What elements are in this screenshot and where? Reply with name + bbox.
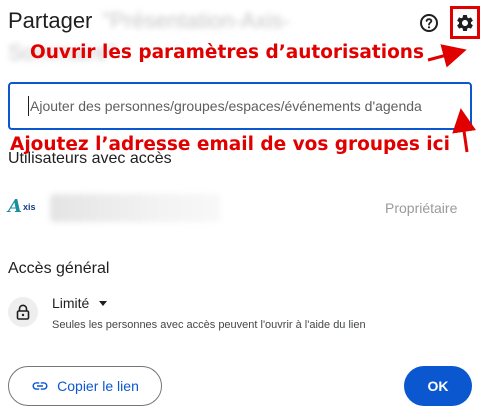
file-name: "Présentation-Axis- bbox=[102, 8, 290, 33]
copy-link-label: Copier le lien bbox=[57, 378, 139, 394]
help-circle-icon bbox=[420, 14, 438, 32]
user-role: Propriétaire bbox=[385, 200, 458, 216]
share-input[interactable]: Ajouter des personnes/groupes/espaces/év… bbox=[8, 82, 472, 130]
settings-annotation: Ouvrir les paramètres d’autorisations bbox=[30, 42, 424, 63]
general-access-description: Seules les personnes avec accès peuvent … bbox=[52, 319, 366, 331]
user-avatar: A xis bbox=[8, 196, 42, 218]
general-access-value: Limité bbox=[52, 295, 90, 311]
avatar-logo-text: xis bbox=[22, 202, 36, 212]
copy-link-button[interactable]: Copier le lien bbox=[8, 366, 162, 406]
general-access-heading: Accès général bbox=[8, 260, 110, 277]
dialog-title-row: Partager "Présentation-Axis- bbox=[8, 8, 290, 34]
help-button[interactable] bbox=[417, 11, 441, 35]
settings-arrow bbox=[427, 44, 467, 68]
general-access-dropdown[interactable]: Limité bbox=[52, 295, 108, 311]
ok-button[interactable]: OK bbox=[404, 366, 472, 406]
dialog-title: Partager bbox=[8, 8, 93, 33]
link-icon bbox=[32, 382, 48, 390]
lock-icon-container bbox=[8, 297, 38, 327]
gear-icon bbox=[457, 14, 473, 31]
user-name-redacted bbox=[50, 194, 220, 222]
dropdown-caret-icon bbox=[99, 300, 108, 306]
input-annotation: Ajoutez l’adresse email de vos groupes i… bbox=[10, 134, 450, 155]
settings-button[interactable] bbox=[450, 6, 480, 39]
avatar-logo-letter: A bbox=[8, 196, 22, 217]
share-input-placeholder: Ajouter des personnes/groupes/espaces/év… bbox=[30, 98, 422, 114]
text-cursor bbox=[28, 96, 29, 116]
lock-icon bbox=[16, 304, 30, 320]
